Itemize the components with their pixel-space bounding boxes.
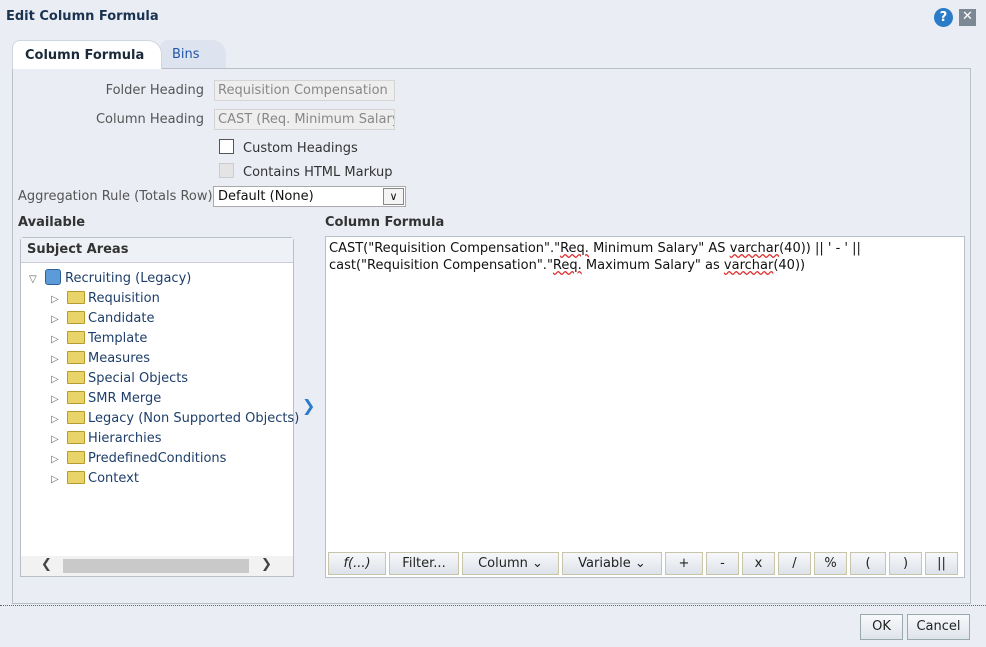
folder-icon	[67, 291, 85, 304]
column-heading-field[interactable]: CAST (Req. Minimum Salary	[214, 109, 395, 130]
folder-label: Special Objects	[88, 371, 189, 386]
custom-headings-label: Custom Headings	[243, 141, 358, 156]
aggregation-value: Default (None)	[218, 189, 314, 204]
cancel-button[interactable]: Cancel	[907, 614, 970, 640]
tree-folder-item[interactable]: ▷ Candidate	[51, 309, 154, 329]
help-icon[interactable]: ?	[934, 8, 953, 27]
folder-label: Candidate	[88, 311, 155, 326]
collapsed-icon[interactable]: ▷	[51, 370, 67, 390]
scroll-right-icon[interactable]: ❯	[261, 557, 272, 572]
subject-areas-panel: Subject Areas ▽ Recruiting (Legacy) ▷ Requ…	[20, 237, 299, 577]
collapsed-icon[interactable]: ▷	[51, 330, 67, 350]
scroll-thumb[interactable]	[63, 559, 249, 573]
divide-button[interactable]: /	[778, 552, 811, 575]
percent-button[interactable]: %	[814, 552, 847, 575]
folder-icon	[67, 431, 85, 444]
horizontal-scrollbar[interactable]: ❮ ❯	[21, 556, 293, 576]
folder-heading-field[interactable]: Requisition Compensation	[214, 80, 395, 101]
collapsed-icon[interactable]: ▷	[51, 410, 67, 430]
html-markup-label: Contains HTML Markup	[243, 165, 393, 180]
html-markup-checkbox[interactable]	[219, 163, 234, 178]
folder-icon	[67, 351, 85, 364]
folder-icon	[67, 471, 85, 484]
available-heading: Available	[18, 215, 86, 230]
subject-area-icon	[45, 269, 61, 285]
tree-folder-item[interactable]: ▷ Hierarchies	[51, 429, 162, 449]
formula-editor[interactable]: CAST("Requisition Compensation"."Req. Mi…	[325, 236, 965, 578]
close-icon[interactable]: ✕	[959, 9, 976, 26]
folder-icon	[67, 451, 85, 464]
folder-label: Hierarchies	[88, 431, 162, 446]
formula-toolbar: f(...) Filter... Column ⌄ Variable ⌄ + - x /%()…	[328, 552, 958, 575]
tree-folder-item[interactable]: ▷ Template	[51, 329, 147, 349]
concat-button[interactable]: ||	[925, 552, 958, 575]
tree-folder-item[interactable]: ▷ Special Objects	[51, 369, 188, 389]
aggregation-label: Aggregation Rule (Totals Row)	[18, 189, 213, 204]
footer-divider	[0, 605, 986, 606]
folder-label: Context	[88, 471, 139, 486]
folder-label: Template	[88, 331, 148, 346]
collapsed-icon[interactable]: ▷	[51, 290, 67, 310]
folder-icon	[67, 331, 85, 344]
tab-column-formula[interactable]: Column Formula	[12, 40, 162, 69]
folder-icon	[67, 411, 85, 424]
column-button[interactable]: Column ⌄	[462, 552, 559, 575]
folder-icon	[67, 371, 85, 384]
folder-label: SMR Merge	[88, 391, 162, 406]
tree-folder-item[interactable]: ▷ Measures	[51, 349, 150, 369]
tree-root[interactable]: ▽ Recruiting (Legacy)	[29, 269, 191, 289]
tree-folder-item[interactable]: ▷ PredefinedConditions	[51, 449, 226, 469]
close-paren-button[interactable]: )	[889, 552, 922, 575]
formula-heading: Column Formula	[325, 215, 445, 230]
folder-label: Legacy (Non Supported Objects)	[88, 411, 300, 426]
tree-folder-item[interactable]: ▷ Legacy (Non Supported Objects)	[51, 409, 299, 429]
column-heading-label: Column Heading	[95, 112, 204, 127]
tab-bins[interactable]: Bins	[160, 40, 226, 69]
aggregation-select[interactable]: Default (None) ∨	[213, 186, 406, 207]
variable-button[interactable]: Variable ⌄	[562, 552, 662, 575]
tree-folder-item[interactable]: ▷ Context	[51, 469, 139, 489]
folder-label: Requisition	[88, 291, 160, 306]
scroll-left-icon[interactable]: ❮	[41, 557, 52, 572]
folder-label: PredefinedConditions	[88, 451, 227, 466]
chevron-down-icon[interactable]: ∨	[383, 188, 404, 205]
collapsed-icon[interactable]: ▷	[51, 310, 67, 330]
tree-folder-item[interactable]: ▷ SMR Merge	[51, 389, 161, 409]
tree-folder-item[interactable]: ▷ Requisition	[51, 289, 160, 309]
collapsed-icon[interactable]: ▷	[51, 450, 67, 470]
collapsed-icon[interactable]: ▷	[51, 430, 67, 450]
folder-icon	[67, 311, 85, 324]
formula-text[interactable]: CAST("Requisition Compensation"."Req. Mi…	[329, 240, 954, 274]
minus-button[interactable]: -	[706, 552, 739, 575]
function-button[interactable]: f(...)	[328, 552, 386, 575]
add-to-formula-arrow-icon[interactable]: ❯	[302, 396, 315, 415]
collapsed-icon[interactable]: ▷	[51, 390, 67, 410]
subject-areas-title: Subject Areas	[21, 238, 293, 263]
custom-headings-checkbox[interactable]	[219, 139, 234, 154]
folder-icon	[67, 391, 85, 404]
filter-button[interactable]: Filter...	[389, 552, 459, 575]
folder-label: Measures	[88, 351, 151, 366]
open-paren-button[interactable]: (	[850, 552, 886, 575]
tree-root-label: Recruiting (Legacy)	[65, 271, 192, 286]
dialog-title: Edit Column Formula	[6, 9, 159, 24]
ok-button[interactable]: OK	[860, 614, 903, 640]
plus-button[interactable]: +	[665, 552, 703, 575]
collapsed-icon[interactable]: ▷	[51, 470, 67, 490]
multiply-button[interactable]: x	[742, 552, 775, 575]
folder-heading-label: Folder Heading	[105, 83, 204, 98]
expanded-icon[interactable]: ▽	[29, 270, 45, 290]
collapsed-icon[interactable]: ▷	[51, 350, 67, 370]
